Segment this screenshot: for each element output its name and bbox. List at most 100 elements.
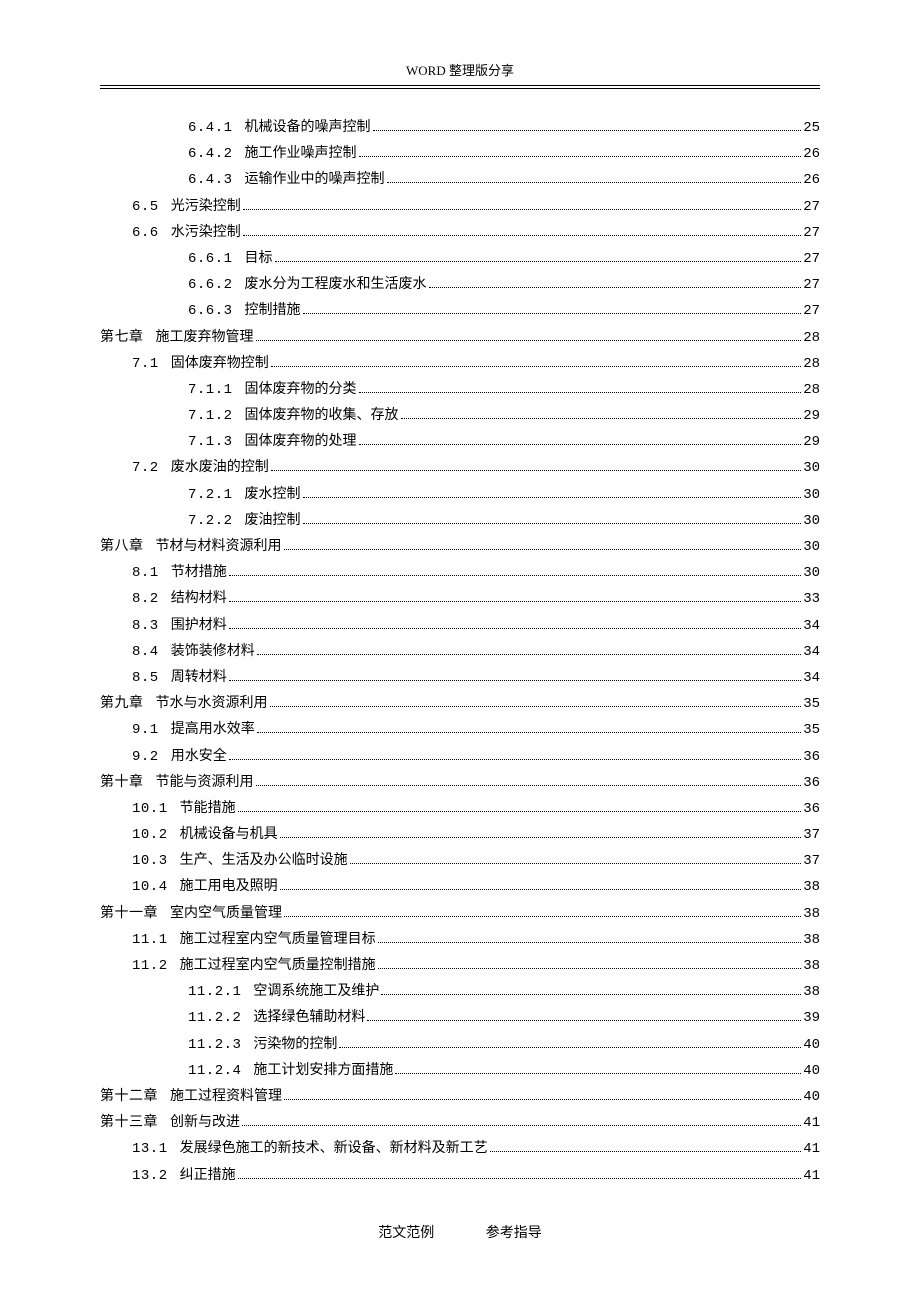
toc-entry: 7.1.3固体废弃物的处理29 xyxy=(100,431,820,454)
toc-entry: 9.2用水安全36 xyxy=(100,746,820,769)
toc-page-number: 37 xyxy=(803,851,820,873)
toc-title: 发展绿色施工的新技术、新设备、新材料及新工艺 xyxy=(180,1138,488,1160)
toc-title: 施工过程室内空气质量控制措施 xyxy=(180,955,376,977)
toc-entry: 13.1发展绿色施工的新技术、新设备、新材料及新工艺41 xyxy=(100,1138,820,1161)
toc-number: 13.2 xyxy=(132,1166,168,1188)
toc-leader-dots xyxy=(429,287,802,288)
toc-page-number: 41 xyxy=(803,1113,820,1135)
toc-leader-dots xyxy=(229,628,801,629)
toc-title: 废水分为工程废水和生活废水 xyxy=(245,274,427,296)
toc-title: 装饰装修材料 xyxy=(171,641,255,663)
toc-page-number: 30 xyxy=(803,537,820,559)
toc-page-number: 38 xyxy=(803,877,820,899)
toc-title: 围护材料 xyxy=(171,615,227,637)
toc-entry: 第十二章施工过程资料管理40 xyxy=(100,1086,820,1109)
toc-number: 6.6 xyxy=(132,223,159,245)
toc-leader-dots xyxy=(238,811,802,812)
page-footer: 范文范例 参考指导 xyxy=(0,1222,920,1242)
toc-title: 创新与改进 xyxy=(170,1112,240,1134)
toc-entry: 第八章节材与材料资源利用30 xyxy=(100,536,820,559)
toc-leader-dots xyxy=(378,942,802,943)
toc-leader-dots xyxy=(238,1178,802,1179)
toc-entry: 10.2机械设备与机具37 xyxy=(100,824,820,847)
toc-number: 第八章 xyxy=(100,537,144,559)
toc-title: 提高用水效率 xyxy=(171,719,255,741)
footer-right: 参考指导 xyxy=(486,1226,542,1241)
toc-number: 11.2.4 xyxy=(188,1061,241,1083)
toc-entry: 7.1.2固体废弃物的收集、存放29 xyxy=(100,405,820,428)
toc-number: 第七章 xyxy=(100,328,144,350)
toc-number: 第十三章 xyxy=(100,1113,158,1135)
toc-number: 11.2.3 xyxy=(188,1035,241,1057)
toc-leader-dots xyxy=(257,654,801,655)
toc-title: 室内空气质量管理 xyxy=(170,903,282,925)
toc-entry: 8.2结构材料33 xyxy=(100,588,820,611)
toc-entry: 13.2纠正措施41 xyxy=(100,1165,820,1188)
toc-page-number: 34 xyxy=(803,642,820,664)
toc-page-number: 26 xyxy=(803,144,820,166)
toc-page-number: 33 xyxy=(803,589,820,611)
toc-entry: 7.2.2废油控制30 xyxy=(100,510,820,533)
toc-number: 6.6.2 xyxy=(188,275,233,297)
toc-entry: 7.1固体废弃物控制28 xyxy=(100,353,820,376)
toc-page-number: 39 xyxy=(803,1008,820,1030)
toc-leader-dots xyxy=(359,156,802,157)
toc-leader-dots xyxy=(229,680,801,681)
toc-leader-dots xyxy=(229,575,801,576)
toc-entry: 6.5光污染控制27 xyxy=(100,196,820,219)
toc-leader-dots xyxy=(359,444,802,445)
toc-number: 6.4.3 xyxy=(188,170,233,192)
toc-leader-dots xyxy=(284,1099,801,1100)
toc-title: 施工过程资料管理 xyxy=(170,1086,282,1108)
toc-leader-dots xyxy=(284,549,802,550)
toc-title: 施工废弃物管理 xyxy=(156,327,254,349)
header-rule xyxy=(100,88,820,89)
toc-entry: 11.2.1空调系统施工及维护38 xyxy=(100,981,820,1004)
toc-title: 固体废弃物的分类 xyxy=(245,379,357,401)
toc-entry: 7.2.1废水控制30 xyxy=(100,484,820,507)
toc-leader-dots xyxy=(303,523,802,524)
toc-number: 8.1 xyxy=(132,563,159,585)
toc-page-number: 40 xyxy=(803,1087,820,1109)
toc-number: 11.2 xyxy=(132,956,168,978)
toc-title: 节能与资源利用 xyxy=(156,772,254,794)
toc-page-number: 35 xyxy=(803,694,820,716)
toc-entry: 8.4装饰装修材料34 xyxy=(100,641,820,664)
toc-page-number: 36 xyxy=(803,773,820,795)
toc-leader-dots xyxy=(303,497,802,498)
toc-page-number: 30 xyxy=(803,511,820,533)
toc-number: 6.4.1 xyxy=(188,118,233,140)
toc-leader-dots xyxy=(243,235,801,236)
toc-leader-dots xyxy=(373,130,802,131)
toc-number: 6.4.2 xyxy=(188,144,233,166)
toc-leader-dots xyxy=(280,889,802,890)
toc-number: 10.3 xyxy=(132,851,168,873)
toc-number: 13.1 xyxy=(132,1139,168,1161)
toc-leader-dots xyxy=(257,732,801,733)
toc-title: 固体废弃物的处理 xyxy=(245,431,357,453)
toc-title: 水污染控制 xyxy=(171,222,241,244)
toc-title: 固体废弃物控制 xyxy=(171,353,269,375)
toc-page-number: 37 xyxy=(803,825,820,847)
toc-title: 目标 xyxy=(245,248,273,270)
toc-entry: 11.2施工过程室内空气质量控制措施38 xyxy=(100,955,820,978)
toc-page-number: 27 xyxy=(803,301,820,323)
toc-title: 施工作业噪声控制 xyxy=(245,143,357,165)
toc-title: 污染物的控制 xyxy=(253,1034,337,1056)
toc-leader-dots xyxy=(229,601,801,602)
toc-number: 6.6.3 xyxy=(188,301,233,323)
toc-number: 11.2.1 xyxy=(188,982,241,1004)
toc-leader-dots xyxy=(387,182,802,183)
toc-title: 运输作业中的噪声控制 xyxy=(245,169,385,191)
toc-number: 7.2 xyxy=(132,458,159,480)
toc-entry: 11.2.3 污染物的控制 40 xyxy=(100,1034,820,1057)
toc-leader-dots xyxy=(367,1020,801,1021)
toc-page-number: 27 xyxy=(803,275,820,297)
toc-page-number: 36 xyxy=(803,747,820,769)
toc-leader-dots xyxy=(243,209,801,210)
toc-leader-dots xyxy=(275,261,802,262)
toc-entry: 11.2.4施工计划安排方面措施40 xyxy=(100,1060,820,1083)
toc-page-number: 40 xyxy=(803,1035,820,1057)
toc-leader-dots xyxy=(270,706,802,707)
toc-page-number: 30 xyxy=(803,458,820,480)
